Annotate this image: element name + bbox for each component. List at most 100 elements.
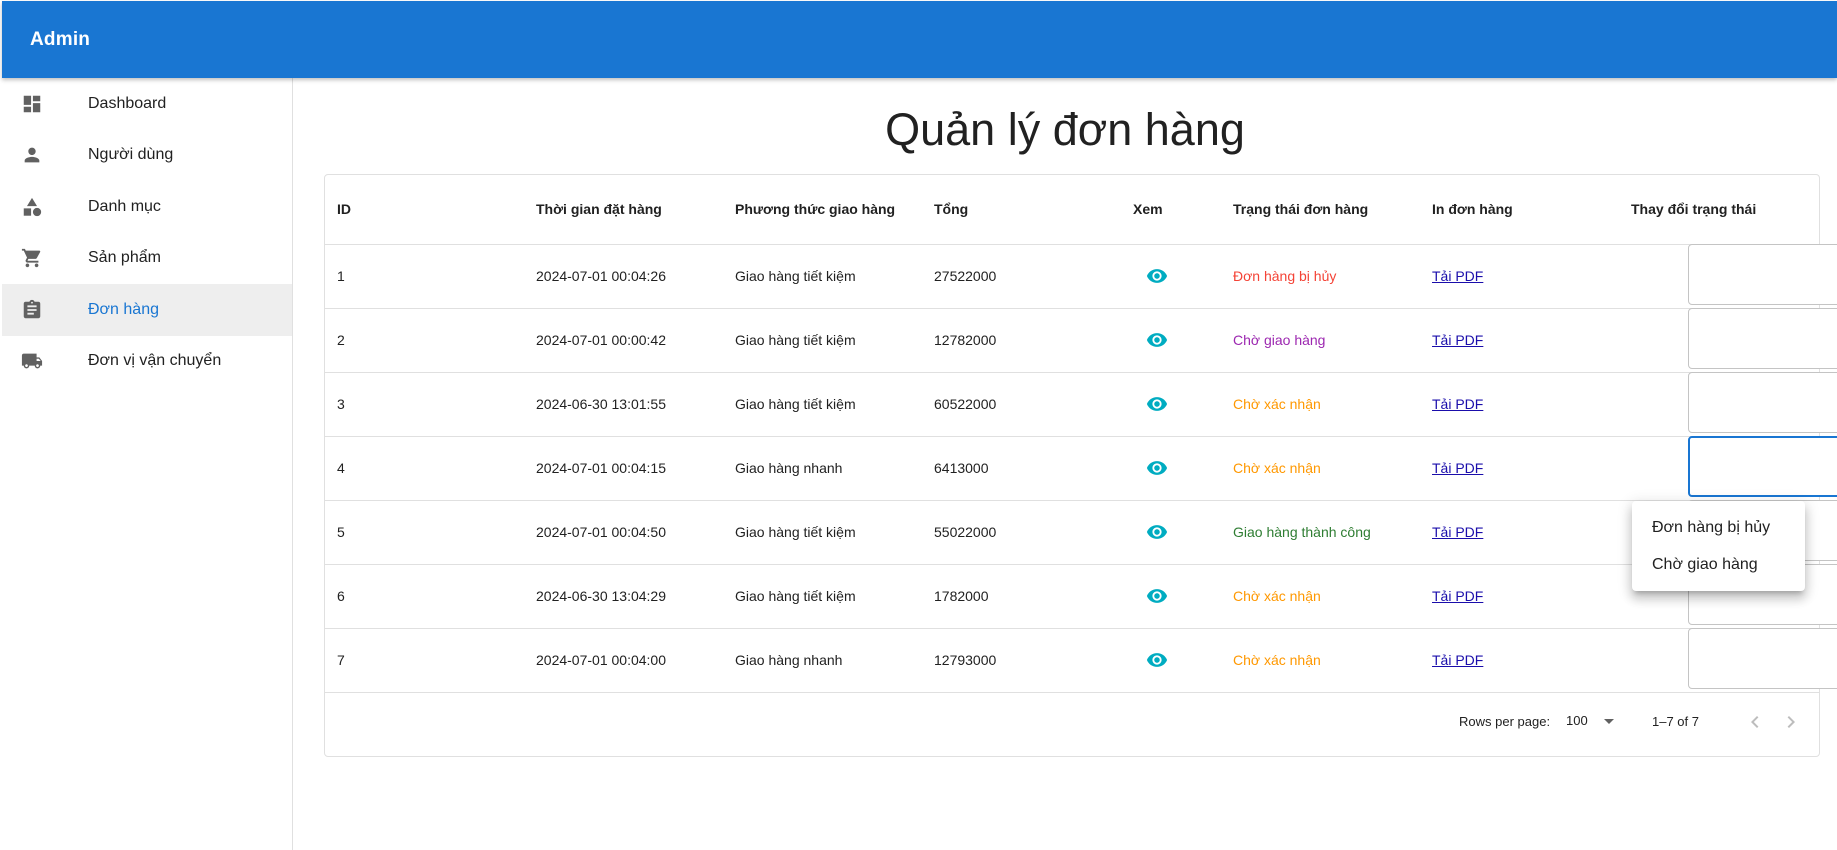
shipping-method: Giao hàng tiết kiệm <box>735 588 856 604</box>
print-cell: Tải PDF <box>1432 372 1483 436</box>
shipping-method: Giao hàng tiết kiệm <box>735 268 856 284</box>
order-time: 2024-07-01 00:04:15 <box>536 460 666 476</box>
rows-per-page-label: Rows per page: <box>1459 714 1551 729</box>
print-cell: Tải PDF <box>1432 564 1483 628</box>
view-eye-icon[interactable] <box>1145 585 1169 607</box>
view-eye-icon[interactable] <box>1145 457 1169 479</box>
download-pdf-link[interactable]: Tải PDF <box>1432 524 1483 540</box>
assignment-icon <box>21 299 43 321</box>
print-cell: Tải PDF <box>1432 244 1483 308</box>
download-pdf-link[interactable]: Tải PDF <box>1432 332 1483 348</box>
order-total: 55022000 <box>934 524 997 540</box>
print-cell: Tải PDF <box>1432 436 1483 500</box>
view-eye-icon[interactable] <box>1145 329 1169 351</box>
column-header-shipping-method[interactable]: Phương thức giao hàng <box>735 175 895 244</box>
change-status-select[interactable] <box>1688 308 1837 369</box>
sidebar-item-categories[interactable]: Danh mục <box>2 181 292 233</box>
download-pdf-link[interactable]: Tải PDF <box>1432 588 1483 604</box>
dashboard-icon <box>21 93 43 115</box>
order-id: 2 <box>337 332 345 348</box>
category-icon <box>21 196 43 218</box>
order-status: Chờ xác nhận <box>1233 460 1321 476</box>
order-time: 2024-07-01 00:04:50 <box>536 524 666 540</box>
print-cell: Tải PDF <box>1432 308 1483 372</box>
order-time: 2024-06-30 13:04:29 <box>536 588 666 604</box>
view-eye-icon[interactable] <box>1145 649 1169 671</box>
shipping-method: Giao hàng nhanh <box>735 652 843 668</box>
order-time: 2024-07-01 00:04:26 <box>536 268 666 284</box>
rows-per-page-select[interactable]: 100 <box>1566 712 1626 734</box>
rows-per-page-value: 100 <box>1566 713 1588 728</box>
order-id: 3 <box>337 396 345 412</box>
column-header-total[interactable]: Tổng <box>934 175 968 244</box>
app-title: Admin <box>30 28 91 50</box>
truck-icon <box>21 350 43 372</box>
change-status-select[interactable] <box>1688 628 1837 689</box>
order-total: 1782000 <box>934 588 989 604</box>
column-header-status[interactable]: Trạng thái đơn hàng <box>1233 175 1368 244</box>
view-eye-icon[interactable] <box>1145 265 1169 287</box>
sidebar-item-shipping[interactable]: Đơn vị vận chuyển <box>2 336 292 388</box>
sidebar-item-dashboard[interactable]: Dashboard <box>2 78 292 130</box>
table-pagination: Rows per page: 100 1–7 of 7 <box>325 692 1819 756</box>
column-header-print[interactable]: In đơn hàng <box>1432 175 1513 244</box>
main-content: Quản lý đơn hàng ID Thời gian đặt hàng P… <box>293 78 1837 850</box>
chevron-left-icon <box>1751 716 1759 728</box>
order-status: Chờ giao hàng <box>1233 332 1326 348</box>
view-eye-icon[interactable] <box>1145 521 1169 543</box>
download-pdf-link[interactable]: Tải PDF <box>1432 652 1483 668</box>
order-total: 27522000 <box>934 268 997 284</box>
download-pdf-link[interactable]: Tải PDF <box>1432 268 1483 284</box>
page-title: Quản lý đơn hàng <box>885 104 1245 155</box>
sidebar-item-label: Dashboard <box>88 94 167 112</box>
sidebar-item-orders[interactable]: Đơn hàng <box>2 284 292 336</box>
column-header-id[interactable]: ID <box>337 175 351 244</box>
order-status: Giao hàng thành công <box>1233 524 1371 540</box>
order-status: Chờ xác nhận <box>1233 588 1321 604</box>
order-id: 6 <box>337 588 345 604</box>
order-total: 6413000 <box>934 460 989 476</box>
order-total: 60522000 <box>934 396 997 412</box>
shipping-method: Giao hàng tiết kiệm <box>735 396 856 412</box>
person-icon <box>21 144 43 166</box>
download-pdf-link[interactable]: Tải PDF <box>1432 460 1483 476</box>
table-row: 7 2024-07-01 00:04:00 Giao hàng nhanh 12793… <box>325 628 1837 693</box>
table-header: ID Thời gian đặt hàng Phương thức giao h… <box>325 175 1819 245</box>
print-cell: Tải PDF <box>1432 628 1483 692</box>
chevron-down-icon <box>1604 719 1614 724</box>
pagination-range: 1–7 of 7 <box>1652 714 1699 729</box>
order-status: Chờ xác nhận <box>1233 652 1321 668</box>
column-header-view[interactable]: Xem <box>1133 175 1163 244</box>
order-time: 2024-07-01 00:04:00 <box>536 652 666 668</box>
shipping-method: Giao hàng tiết kiệm <box>735 524 856 540</box>
order-id: 1 <box>337 268 345 284</box>
table-row: 1 2024-07-01 00:04:26 Giao hàng tiết kiệm 2… <box>325 244 1837 309</box>
app-bar: Admin <box>2 1 1837 78</box>
sidebar-item-products[interactable]: Sản phẩm <box>2 233 292 285</box>
table-row: 4 2024-07-01 00:04:15 Giao hàng nhanh 64130… <box>325 436 1837 501</box>
status-option-cancelled[interactable]: Đơn hàng bị hủy <box>1632 509 1805 546</box>
next-page-button[interactable] <box>1779 710 1803 734</box>
sidebar-item-users[interactable]: Người dùng <box>2 130 292 182</box>
print-cell: Tải PDF <box>1432 500 1483 564</box>
order-status: Đơn hàng bị hủy <box>1233 268 1337 284</box>
chevron-right-icon <box>1787 716 1795 728</box>
sidebar: Dashboard Người dùng Danh mục Sản phẩm Đ… <box>2 78 293 850</box>
column-header-change-status[interactable]: Thay đổi trạng thái <box>1631 175 1756 244</box>
table-row: 2 2024-07-01 00:00:42 Giao hàng tiết kiệm 1… <box>325 308 1837 373</box>
cart-icon <box>21 247 43 269</box>
order-time: 2024-06-30 13:01:55 <box>536 396 666 412</box>
change-status-select[interactable] <box>1688 372 1837 433</box>
change-status-select[interactable] <box>1688 244 1837 305</box>
column-header-order-time[interactable]: Thời gian đặt hàng <box>536 175 662 244</box>
change-status-select[interactable] <box>1688 436 1837 497</box>
table-row: 5 2024-07-01 00:04:50 Giao hàng tiết kiệm 5… <box>325 500 1837 565</box>
order-total: 12793000 <box>934 652 997 668</box>
shipping-method: Giao hàng tiết kiệm <box>735 332 856 348</box>
status-dropdown-menu: Đơn hàng bị hủy Chờ giao hàng <box>1632 501 1805 591</box>
view-eye-icon[interactable] <box>1145 393 1169 415</box>
orders-table: ID Thời gian đặt hàng Phương thức giao h… <box>324 174 1837 757</box>
download-pdf-link[interactable]: Tải PDF <box>1432 396 1483 412</box>
previous-page-button[interactable] <box>1743 710 1767 734</box>
status-option-awaiting-delivery[interactable]: Chờ giao hàng <box>1632 546 1805 583</box>
